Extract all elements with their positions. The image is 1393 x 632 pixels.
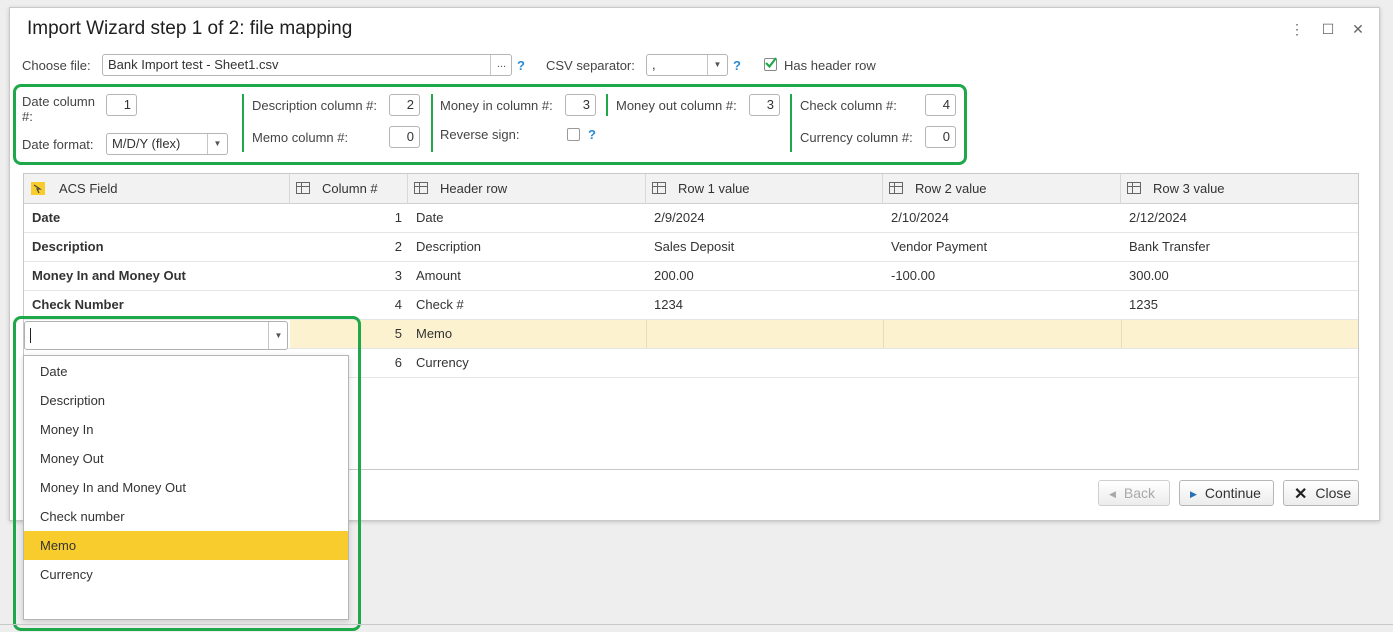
arrow-right-icon: ▶ [1190, 489, 1197, 499]
header-row-cell: Date [416, 210, 444, 225]
acs-field-cell: Money In and Money Out [32, 268, 186, 283]
row-2-cell: 2/10/2024 [891, 210, 949, 225]
page-divider [0, 624, 1393, 625]
header-row-cell: Currency [416, 355, 469, 370]
column-number-cell: 2 [394, 239, 402, 254]
close-window-icon[interactable]: ✕ [1349, 21, 1367, 38]
table-row[interactable]: Description 2 Description Sales Deposit … [24, 233, 1358, 262]
csv-help-icon[interactable]: ? [733, 58, 741, 73]
acs-field-cell: Date [32, 210, 61, 225]
row-3-cell: 300.00 [1129, 268, 1169, 283]
has-header-label: Has header row [784, 58, 876, 73]
row-1-cell: 2/9/2024 [654, 210, 705, 225]
checkmark-icon [765, 57, 777, 69]
currency-column-label: Currency column #: [800, 130, 913, 145]
cell-divider [883, 320, 884, 348]
money-out-column-label: Money out column #: [616, 98, 737, 113]
acs-field-cell: Description [32, 239, 104, 254]
column-header-header-row[interactable]: Header row [408, 174, 646, 204]
reverse-sign-label: Reverse sign: [440, 127, 520, 142]
date-column-input[interactable]: 1 [106, 94, 137, 116]
arrow-left-icon: ◀ [1109, 489, 1116, 499]
dropdown-highlight [13, 316, 361, 631]
mapping-separator [606, 94, 608, 116]
row-3-cell: Bank Transfer [1129, 239, 1210, 254]
csv-separator-value: , [652, 57, 656, 72]
row-3-cell: 1235 [1129, 297, 1158, 312]
row-3-cell: 2/12/2024 [1129, 210, 1187, 225]
column-header-acs-field[interactable]: ACS Field [24, 174, 290, 204]
column-number-cell: 4 [394, 297, 402, 312]
table-icon [652, 182, 666, 194]
row-2-cell: Vendor Payment [891, 239, 988, 254]
mapping-separator [431, 94, 433, 152]
date-format-value: M/D/Y (flex) [112, 136, 181, 151]
row-1-cell: Sales Deposit [654, 239, 735, 254]
header-row-cell: Amount [416, 268, 461, 283]
money-out-column-input[interactable]: 3 [749, 94, 780, 116]
acs-field-cell: Check Number [32, 297, 124, 312]
reverse-sign-help-icon[interactable]: ? [588, 127, 596, 142]
file-path-field[interactable]: Bank Import test - Sheet1.csv [102, 54, 512, 76]
column-header-row-1[interactable]: Row 1 value [646, 174, 883, 204]
file-path-value: Bank Import test - Sheet1.csv [108, 57, 279, 72]
column-number-cell: 3 [394, 268, 402, 283]
window-title: Import Wizard step 1 of 2: file mapping [27, 18, 353, 39]
maximize-icon[interactable]: ☐ [1319, 21, 1337, 38]
field-selector-icon [31, 182, 45, 195]
column-header-column-number[interactable]: Column # [290, 174, 408, 204]
description-column-label: Description column #: [252, 98, 377, 113]
column-header-row-3[interactable]: Row 3 value [1121, 174, 1358, 204]
choose-file-label: Choose file: [22, 58, 91, 73]
description-column-input[interactable]: 2 [389, 94, 420, 116]
has-header-checkbox[interactable] [764, 57, 777, 71]
money-in-column-input[interactable]: 3 [565, 94, 596, 116]
back-button[interactable]: ◀ Back [1098, 480, 1170, 506]
more-options-icon[interactable]: ⋮ [1288, 21, 1306, 38]
date-format-label: Date format: [22, 137, 94, 152]
date-format-chevron-down-icon[interactable]: ▼ [207, 134, 227, 154]
row-1-cell: 200.00 [654, 268, 694, 283]
date-column-label: Date column #: [22, 94, 95, 124]
table-icon [296, 182, 310, 194]
csv-separator-chevron-down-icon[interactable]: ▼ [707, 55, 727, 75]
table-row[interactable]: Date 1 Date 2/9/2024 2/10/2024 2/12/2024 [24, 204, 1358, 233]
csv-separator-label: CSV separator: [546, 58, 635, 73]
reverse-sign-checkbox[interactable] [567, 128, 580, 141]
header-row-cell: Description [416, 239, 482, 254]
check-column-input[interactable]: 4 [925, 94, 956, 116]
mapping-separator [242, 94, 244, 152]
continue-button[interactable]: ▶ Continue [1179, 480, 1274, 506]
currency-column-input[interactable]: 0 [925, 126, 956, 148]
table-icon [1127, 182, 1141, 194]
money-in-column-label: Money in column #: [440, 98, 553, 113]
browse-file-button[interactable]: ... [490, 55, 512, 75]
row-2-cell: -100.00 [891, 268, 936, 283]
memo-column-input[interactable]: 0 [389, 126, 420, 148]
cell-divider [1121, 320, 1122, 348]
header-row-cell: Check # [416, 297, 464, 312]
cell-divider [646, 320, 647, 348]
table-row[interactable]: Money In and Money Out 3 Amount 200.00 -… [24, 262, 1358, 291]
table-icon [414, 182, 428, 194]
check-column-label: Check column #: [800, 98, 897, 113]
column-header-row-2[interactable]: Row 2 value [883, 174, 1121, 204]
table-icon [889, 182, 903, 194]
close-icon: ✕ [1294, 486, 1308, 503]
close-button[interactable]: ✕ Close [1283, 480, 1359, 506]
row-1-cell: 1234 [654, 297, 683, 312]
header-row-cell: Memo [416, 326, 453, 341]
column-number-cell: 1 [394, 210, 402, 225]
mapping-separator [790, 94, 792, 152]
file-help-icon[interactable]: ? [517, 58, 525, 73]
memo-column-label: Memo column #: [252, 130, 349, 145]
